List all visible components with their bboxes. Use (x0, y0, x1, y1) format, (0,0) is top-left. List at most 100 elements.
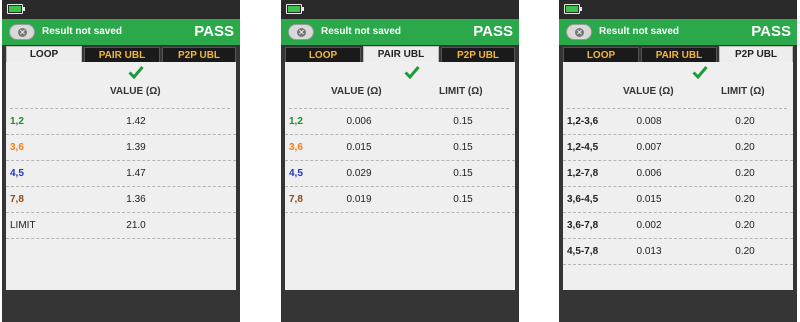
tab-pair-ubl[interactable]: PAIR UBL (363, 46, 439, 62)
pair-label: 3,6 (10, 142, 24, 153)
tab-bar: LOOP PAIR UBL P2P UBL (2, 45, 240, 62)
pass-indicator: PASS (473, 23, 513, 40)
results-panel: VALUE (Ω) LIMIT (Ω) 1,2-3,6 0.008 0.20 1,2-… (563, 62, 793, 290)
limit-cell: 0.20 (735, 168, 755, 179)
close-icon: ✕ (18, 28, 27, 37)
results-panel: VALUE (Ω) LIMIT (Ω) 1,2 0.006 0.15 3,6 0.015… (285, 62, 515, 290)
battery-icon (286, 4, 304, 14)
value-cell: 0.019 (346, 194, 372, 205)
tab-bar: LOOP PAIR UBL P2P UBL (281, 45, 519, 62)
pair-label: 1,2-4,5 (567, 142, 599, 153)
results-panel: VALUE (Ω) 1,2 1.42 3,6 1.39 4,5 1.47 7,8 1.36 LI… (6, 62, 236, 290)
result-header: ✕ Result not saved PASS (559, 19, 797, 45)
value-cell: 0.029 (346, 168, 372, 179)
limit-cell: 0.15 (453, 116, 473, 127)
footer-bar (281, 290, 519, 322)
close-icon: ✕ (575, 28, 584, 37)
tab-bar: LOOP PAIR UBL P2P UBL (559, 45, 797, 62)
value-cell: 1.39 (126, 142, 146, 153)
save-status-text: Result not saved (599, 26, 680, 37)
value-cell: 0.002 (636, 220, 662, 231)
value-cell: 21.0 (126, 220, 146, 231)
value-cell: 0.006 (636, 168, 662, 179)
tab-p2p-ubl[interactable]: P2P UBL (719, 46, 793, 62)
back-button[interactable]: ✕ (9, 24, 35, 40)
table-row: 3,6 1.39 (6, 135, 236, 161)
tab-pair-ubl[interactable]: PAIR UBL (84, 47, 160, 62)
value-cell: 0.015 (636, 194, 662, 205)
table-row: 4,5-7,8 0.013 0.20 (563, 239, 793, 265)
tab-pair-ubl[interactable]: PAIR UBL (641, 47, 717, 62)
column-header-limit: LIMIT (Ω) (721, 86, 765, 97)
pass-check-icon (692, 66, 708, 79)
column-header-limit: LIMIT (Ω) (439, 86, 483, 97)
footer-bar (2, 290, 240, 322)
tab-loop[interactable]: LOOP (6, 46, 82, 62)
back-button[interactable]: ✕ (566, 24, 592, 40)
table-row: 3,6-4,5 0.015 0.20 (563, 187, 793, 213)
pair-label: 3,6 (289, 142, 303, 153)
value-cell: 0.013 (636, 246, 662, 257)
limit-cell: 0.15 (453, 168, 473, 179)
value-cell: 0.008 (636, 116, 662, 127)
save-status-text: Result not saved (42, 26, 123, 37)
result-header: ✕ Result not saved PASS (2, 19, 240, 45)
back-button[interactable]: ✕ (288, 24, 314, 40)
value-cell: 0.015 (346, 142, 372, 153)
table-row: 4,5 1.47 (6, 161, 236, 187)
table-row: 1,2-7,8 0.006 0.20 (563, 161, 793, 187)
battery-icon (564, 4, 582, 14)
pair-label: 7,8 (289, 194, 303, 205)
value-cell: 1.42 (126, 116, 146, 127)
save-status-text: Result not saved (321, 26, 402, 37)
tab-p2p-ubl[interactable]: P2P UBL (441, 47, 515, 62)
value-cell: 0.007 (636, 142, 662, 153)
pass-check-icon (128, 66, 144, 79)
pair-label: 3,6-4,5 (567, 194, 599, 205)
column-header-value: VALUE (Ω) (331, 86, 382, 97)
limit-cell: 0.20 (735, 220, 755, 231)
table-row: 7,8 0.019 0.15 (285, 187, 515, 213)
pair-label: 1,2-3,6 (567, 116, 599, 127)
tab-loop[interactable]: LOOP (563, 47, 639, 62)
limit-cell: 0.20 (735, 246, 755, 257)
tab-loop[interactable]: LOOP (285, 47, 361, 62)
table-row: LIMIT 21.0 (6, 213, 236, 239)
table-row: 1,2-4,5 0.007 0.20 (563, 135, 793, 161)
tester-screen-loop: ✕ Result not saved PASS LOOP PAIR UBL P2… (2, 0, 240, 322)
table-row: 7,8 1.36 (6, 187, 236, 213)
pass-indicator: PASS (751, 23, 791, 40)
limit-cell: 0.15 (453, 142, 473, 153)
limit-cell: 0.20 (735, 142, 755, 153)
pair-label: 7,8 (10, 194, 24, 205)
column-header-value: VALUE (Ω) (623, 86, 674, 97)
limit-cell: 0.20 (735, 116, 755, 127)
pair-label: 3,6-7,8 (567, 220, 599, 231)
battery-icon (7, 4, 25, 14)
column-header-value: VALUE (Ω) (110, 86, 161, 97)
tab-p2p-ubl[interactable]: P2P UBL (162, 47, 236, 62)
pair-label: 1,2-7,8 (567, 168, 599, 179)
limit-cell: 0.15 (453, 194, 473, 205)
value-cell: 1.36 (126, 194, 146, 205)
table-row: 1,2 0.006 0.15 (285, 109, 515, 135)
table-row: 1,2-3,6 0.008 0.20 (563, 109, 793, 135)
pair-label: LIMIT (10, 220, 36, 231)
result-header: ✕ Result not saved PASS (281, 19, 519, 45)
status-bar (281, 0, 519, 19)
pass-indicator: PASS (194, 23, 234, 40)
status-bar (559, 0, 797, 19)
table-row: 3,6-7,8 0.002 0.20 (563, 213, 793, 239)
table-row: 3,6 0.015 0.15 (285, 135, 515, 161)
close-icon: ✕ (297, 28, 306, 37)
value-cell: 0.006 (346, 116, 372, 127)
status-bar (2, 0, 240, 19)
tester-screen-p2p-ubl: ✕ Result not saved PASS LOOP PAIR UBL P2… (559, 0, 797, 322)
footer-bar (559, 290, 797, 322)
limit-cell: 0.20 (735, 194, 755, 205)
pair-label: 4,5 (10, 168, 24, 179)
table-row: 4,5 0.029 0.15 (285, 161, 515, 187)
pair-label: 1,2 (289, 116, 303, 127)
pair-label: 1,2 (10, 116, 24, 127)
pair-label: 4,5 (289, 168, 303, 179)
